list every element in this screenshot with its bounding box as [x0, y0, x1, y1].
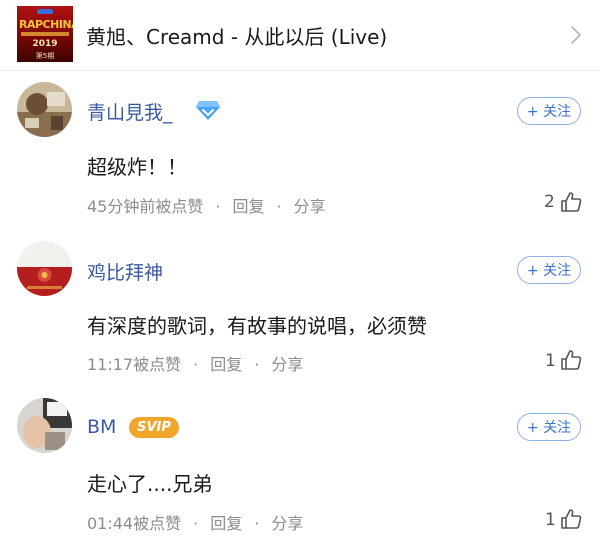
like-count: 1: [545, 510, 556, 530]
share-button[interactable]: 分享: [294, 193, 326, 217]
album-episode: 第5期: [35, 52, 55, 60]
album-art: RAPCHINA 2019 第5期: [17, 6, 73, 62]
avatar[interactable]: [17, 82, 72, 137]
comment-text: 有深度的歌词，有故事的说唱，必须赞: [87, 314, 427, 338]
album-strip: [21, 32, 69, 36]
reply-button[interactable]: 回复: [232, 193, 264, 217]
share-button[interactable]: 分享: [271, 351, 303, 375]
comment-time: 11:17被点赞: [87, 355, 182, 374]
username[interactable]: 鸡比拜神: [87, 258, 163, 285]
like-count: 1: [545, 351, 556, 371]
separator-dot: ·: [193, 514, 199, 533]
reply-button[interactable]: 回复: [210, 510, 242, 534]
comment-meta: 01:44被点赞 · 回复 · 分享: [87, 510, 303, 534]
comment-item: BM SVIP + 关注 走心了....兄弟 01:44被点赞 · 回复 · 分享 1: [0, 389, 600, 548]
reply-button[interactable]: 回复: [210, 351, 242, 375]
separator-dot: ·: [215, 197, 221, 216]
chevron-right-icon[interactable]: [569, 24, 583, 46]
username[interactable]: BM: [87, 416, 116, 438]
album-logo-text: RAPCHINA: [19, 18, 73, 31]
thumbs-up-icon[interactable]: [560, 349, 582, 371]
follow-button[interactable]: + 关注: [517, 97, 581, 125]
avatar[interactable]: [17, 241, 72, 296]
comment-item: 青山見我_ + 关注 超级炸！！ 45分钟前被点赞 · 回复 · 分享 2: [0, 71, 600, 231]
separator-dot: ·: [276, 197, 282, 216]
thumbs-up-icon[interactable]: [560, 191, 582, 213]
comment-text: 走心了....兄弟: [87, 472, 213, 496]
diamond-icon: [196, 101, 220, 120]
comment-meta: 11:17被点赞 · 回复 · 分享: [87, 351, 303, 375]
svip-badge: SVIP: [129, 417, 179, 438]
comment-time: 45分钟前被点赞: [87, 197, 204, 216]
comment-meta: 45分钟前被点赞 · 回复 · 分享: [87, 193, 326, 217]
comment-item: 鸡比拜神 + 关注 有深度的歌词，有故事的说唱，必须赞 11:17被点赞 · 回复 ·…: [0, 231, 600, 389]
thumbs-up-icon[interactable]: [560, 508, 582, 530]
avatar[interactable]: [17, 398, 72, 453]
like-count: 2: [544, 192, 555, 212]
separator-dot: ·: [193, 355, 199, 374]
separator-dot: ·: [254, 514, 260, 533]
username[interactable]: 青山見我_: [87, 98, 173, 125]
song-title: 黄旭、Creamd - 从此以后 (Live): [86, 25, 388, 49]
separator-dot: ·: [254, 355, 260, 374]
share-button[interactable]: 分享: [271, 510, 303, 534]
album-logo-strip: [37, 9, 53, 14]
album-year: 2019: [32, 39, 58, 49]
follow-button[interactable]: + 关注: [517, 256, 581, 284]
comment-time: 01:44被点赞: [87, 514, 182, 533]
song-header[interactable]: RAPCHINA 2019 第5期 黄旭、Creamd - 从此以后 (Live…: [0, 0, 600, 71]
comment-text: 超级炸！！: [87, 155, 187, 179]
follow-button[interactable]: + 关注: [517, 413, 581, 441]
